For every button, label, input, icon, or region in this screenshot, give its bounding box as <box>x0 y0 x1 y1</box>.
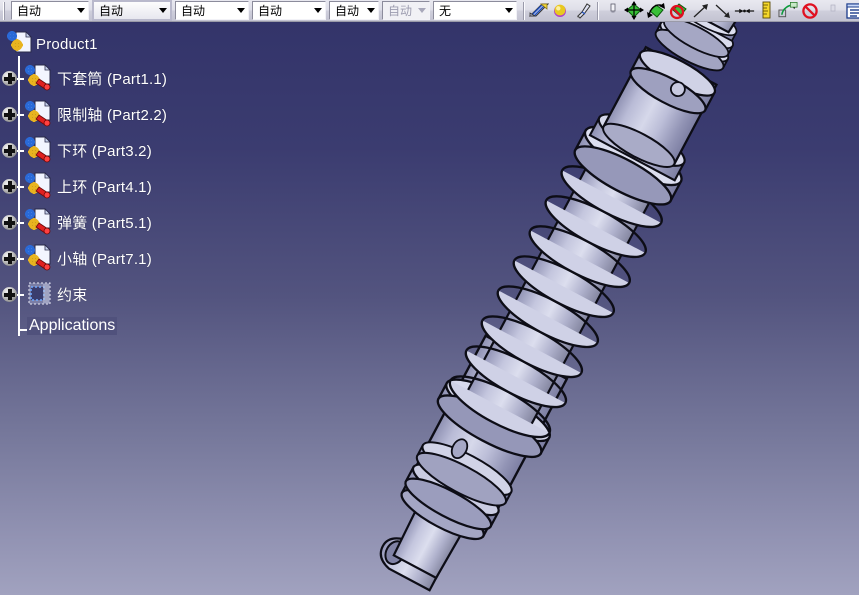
chevron-down-icon[interactable] <box>310 2 325 19</box>
manipulate-green-icon[interactable] <box>624 1 645 21</box>
part-icon <box>21 63 55 93</box>
toolbar-divider <box>597 1 599 20</box>
upper-rings <box>654 22 738 72</box>
spacer-1 <box>822 1 843 21</box>
catia-application-window: 自动 自动 自动 自动 自动 自动 无 Product1 下套筒 (Part1.… <box>0 0 859 595</box>
coincidence-icon[interactable] <box>734 1 755 21</box>
chevron-down-icon[interactable] <box>363 2 378 19</box>
tree-item-part3-label: 下环 (Part3.2) <box>57 142 152 160</box>
combo-render-style-6: 自动 <box>382 1 430 20</box>
paint-brush-icon[interactable] <box>572 1 593 21</box>
tree-item-applications[interactable]: Applications <box>0 312 260 346</box>
tree-item-part5-label: 弹簧 (Part5.1) <box>57 214 152 232</box>
chevron-down-icon[interactable] <box>155 2 170 19</box>
tree-item-part2[interactable]: 限制轴 (Part2.2) <box>0 96 260 132</box>
toolbar-divider <box>523 1 525 20</box>
combo-none[interactable]: 无 <box>433 1 517 20</box>
expand-part2-button[interactable] <box>0 104 24 124</box>
combo-render-style-4-value: 自动 <box>258 4 283 18</box>
chevron-down-icon[interactable] <box>73 2 88 19</box>
top-toolbar: 自动 自动 自动 自动 自动 自动 无 <box>0 0 859 22</box>
upper-spring-seat <box>573 113 686 206</box>
no-update-icon[interactable] <box>800 1 821 21</box>
specification-tree[interactable]: Product1 下套筒 (Part1.1) 限制轴 (Part2.2) 下环 … <box>0 22 260 346</box>
expand-part3-button[interactable] <box>0 140 24 160</box>
list-panel-icon[interactable] <box>844 1 859 21</box>
upper-clamp <box>629 49 717 115</box>
combo-render-style-3-value: 自动 <box>181 4 206 18</box>
arrow-down-right-icon[interactable] <box>712 1 733 21</box>
lower-eyelet <box>379 537 447 592</box>
light-source-icon[interactable] <box>550 1 571 21</box>
toolbar-drag-handle[interactable] <box>1 1 9 20</box>
tree-item-part5[interactable]: 弹簧 (Part5.1) <box>0 204 260 240</box>
tree-item-part4-label: 上环 (Part4.1) <box>57 178 152 196</box>
combo-render-style-1-value: 自动 <box>17 4 42 18</box>
combo-render-style-2[interactable]: 自动 <box>92 0 172 21</box>
combo-render-style-6-value: 自动 <box>388 4 413 18</box>
chevron-down-icon[interactable] <box>501 2 516 19</box>
part-icon <box>21 99 55 129</box>
depth-effect-icon[interactable] <box>602 1 623 21</box>
tree-item-constraints-label: 约束 <box>57 286 88 304</box>
expand-constraints-button[interactable] <box>0 284 24 304</box>
combo-render-style-1[interactable]: 自动 <box>11 1 89 20</box>
3d-viewport[interactable]: Product1 下套筒 (Part1.1) 限制轴 (Part2.2) 下环 … <box>0 22 859 595</box>
tree-item-applications-label: Applications <box>27 317 118 335</box>
product-root-label: Product1 <box>36 35 98 53</box>
apply-material-icon[interactable] <box>528 1 549 21</box>
combo-render-style-4[interactable]: 自动 <box>252 1 326 20</box>
part-icon <box>21 207 55 237</box>
expand-part5-button[interactable] <box>0 212 24 232</box>
tree-item-part2-label: 限制轴 (Part2.2) <box>57 106 168 124</box>
product-root[interactable]: Product1 <box>0 26 260 60</box>
combo-render-style-5[interactable]: 自动 <box>329 1 379 20</box>
arrow-up-right-icon[interactable] <box>690 1 711 21</box>
coil-spring <box>448 165 663 439</box>
lower-spring-seat <box>436 378 551 459</box>
offset-constraint-icon[interactable] <box>756 1 777 21</box>
expand-part1-button[interactable] <box>0 68 24 88</box>
tree-elbow-line <box>18 312 20 330</box>
tree-item-part7[interactable]: 小轴 (Part7.1) <box>0 240 260 276</box>
part-icon <box>21 171 55 201</box>
combo-render-style-3[interactable]: 自动 <box>175 1 249 20</box>
chevron-down-icon[interactable] <box>233 2 248 19</box>
part-icon <box>21 135 55 165</box>
angle-constraint-icon[interactable] <box>778 1 799 21</box>
combo-render-style-2-value: 自动 <box>99 4 124 18</box>
combo-none-value: 无 <box>439 4 452 18</box>
tree-item-part1[interactable]: 下套筒 (Part1.1) <box>0 60 260 96</box>
tree-item-constraints[interactable]: 约束 <box>0 276 260 312</box>
constraints-icon <box>21 279 55 309</box>
tree-item-part7-label: 小轴 (Part7.1) <box>57 250 152 268</box>
no-constraint-icon[interactable] <box>668 1 689 21</box>
part-icon <box>21 243 55 273</box>
lower-collars <box>404 441 513 531</box>
product-icon <box>4 29 34 59</box>
tree-item-part3[interactable]: 下环 (Part3.2) <box>0 132 260 168</box>
expand-part4-button[interactable] <box>0 176 24 196</box>
tree-item-part4[interactable]: 上环 (Part4.1) <box>0 168 260 204</box>
chevron-down-icon <box>414 2 429 19</box>
tree-item-part1-label: 下套筒 (Part1.1) <box>57 70 168 88</box>
combo-render-style-5-value: 自动 <box>335 4 360 18</box>
snap-green-icon[interactable] <box>646 1 667 21</box>
expand-part7-button[interactable] <box>0 248 24 268</box>
